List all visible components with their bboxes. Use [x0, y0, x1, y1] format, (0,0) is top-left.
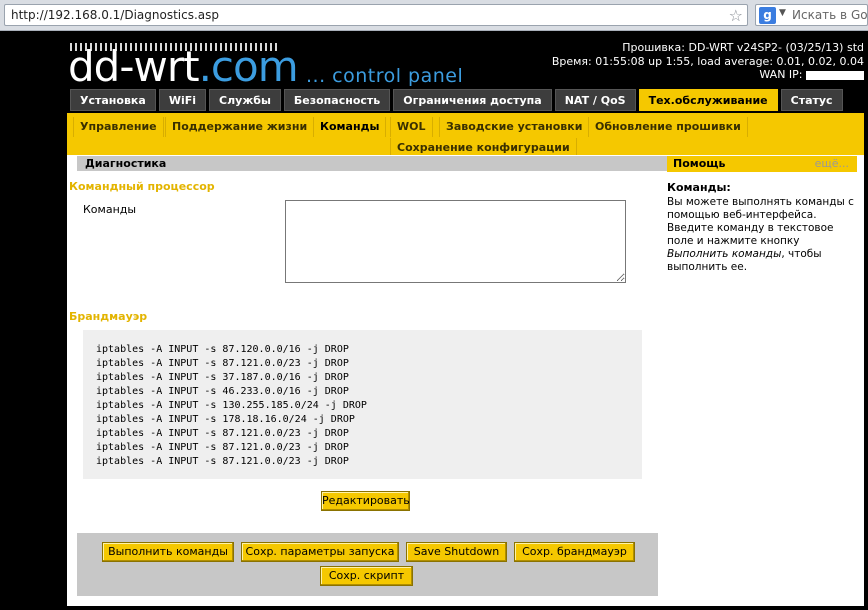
edit-button[interactable]: Редактировать — [321, 491, 410, 511]
address-bar-text[interactable]: http://192.168.0.1/Diagnostics.asp — [11, 8, 219, 22]
section-title: Диагностика — [77, 156, 725, 172]
help-more-link[interactable]: ещё... — [815, 156, 849, 172]
firewall-rule: iptables -A INPUT -s 178.18.16.0/24 -j D… — [96, 414, 355, 425]
subtab-keep-alive[interactable]: Поддержание жизни — [165, 117, 315, 137]
star-icon[interactable]: ☆ — [729, 6, 743, 25]
firewall-rule: iptables -A INPUT -s 87.121.0.0/23 -j DR… — [96, 456, 349, 467]
tab-services[interactable]: Службы — [209, 89, 281, 111]
help-header: Помощь ещё... — [667, 156, 857, 172]
firewall-rule: iptables -A INPUT -s 87.121.0.0/23 -j DR… — [96, 442, 349, 453]
subtab-management[interactable]: Управление — [73, 117, 164, 137]
uptime-info: Время: 01:55:08 up 1:55, load average: 0… — [551, 54, 864, 68]
tab-security[interactable]: Безопасность — [283, 89, 391, 111]
tab-wifi[interactable]: WiFi — [158, 89, 207, 111]
logo-tagline: ... control panel — [306, 65, 464, 87]
commands-textarea[interactable] — [285, 200, 626, 283]
logo-domain: .com — [198, 42, 299, 91]
search-box[interactable]: g ▼ Искать в Goog — [755, 4, 868, 26]
firewall-rule: iptables -A INPUT -s 37.187.0.0/16 -j DR… — [96, 372, 349, 383]
search-input[interactable]: Искать в Goog — [792, 8, 867, 22]
router-info: Прошивка: DD-WRT v24SP2- (03/25/13) std … — [552, 41, 864, 82]
wan-ip: WAN IP: — [552, 68, 864, 82]
command-shell-legend: Командный процессор — [69, 180, 215, 193]
firewall-rule: iptables -A INPUT -s 130.255.185.0/24 -j… — [96, 400, 367, 411]
tab-setup[interactable]: Установка — [70, 89, 156, 111]
tab-status[interactable]: Статус — [780, 89, 843, 111]
save-shutdown-button[interactable]: Save Shutdown — [406, 542, 507, 562]
help-text-italic: Выполнить команды — [667, 248, 782, 260]
save-startup-button[interactable]: Сохр. параметры запуска — [241, 542, 399, 562]
run-commands-button[interactable]: Выполнить команды — [102, 542, 234, 562]
save-firewall-button[interactable]: Сохр. брандмауэр — [514, 542, 635, 562]
subtab-firmware-upgrade[interactable]: Обновление прошивки — [588, 117, 748, 137]
subtab-wol[interactable]: WOL — [390, 117, 433, 137]
help-title-label: Помощь — [673, 157, 726, 170]
logo-text: dd-wrt — [68, 42, 200, 91]
help-topic-title: Команды: — [667, 181, 731, 194]
save-script-button[interactable]: Сохр. скрипт — [320, 566, 413, 586]
chevron-down-icon[interactable]: ▼ — [779, 8, 786, 18]
help-text-part1: Вы можете выполнять команды с помощью ве… — [667, 196, 854, 247]
firewall-rule: iptables -A INPUT -s 46.233.0.0/16 -j DR… — [96, 386, 349, 397]
logo: dd-wrt.com — [68, 42, 299, 91]
main-content: Диагностика Командный процессор Команды … — [67, 155, 864, 606]
firewall-legend: Брандмауэр — [69, 310, 148, 323]
wan-ip-redacted — [806, 70, 864, 80]
tab-administration[interactable]: Тех.обслуживание — [638, 89, 778, 111]
browser-toolbar: http://192.168.0.1/Diagnostics.asp ☆ g ▼… — [0, 0, 868, 31]
subtab-commands[interactable]: Команды — [313, 117, 387, 137]
firewall-rule: iptables -A INPUT -s 87.121.0.0/23 -j DR… — [96, 358, 349, 369]
firmware-version: Прошивка: DD-WRT v24SP2- (03/25/13) std — [622, 41, 864, 54]
firewall-rules-box: iptables -A INPUT -s 87.120.0.0/16 -j DR… — [83, 330, 642, 479]
wan-ip-label: WAN IP: — [759, 68, 803, 81]
subtab-factory-defaults[interactable]: Заводские установки — [439, 117, 590, 137]
firewall-rules: iptables -A INPUT -s 87.120.0.0/16 -j DR… — [96, 343, 367, 469]
sub-tabs: Управление Поддержание жизни Команды WOL… — [67, 113, 864, 158]
firewall-rule: iptables -A INPUT -s 87.121.0.0/23 -j DR… — [96, 428, 349, 439]
firewall-rule: iptables -A INPUT -s 87.120.0.0/16 -j DR… — [96, 344, 349, 355]
main-tabs: Установка WiFi Службы Безопасность Огран… — [70, 89, 843, 111]
commands-label: Команды — [83, 203, 137, 216]
help-text: Вы можете выполнять команды с помощью ве… — [667, 196, 859, 274]
search-engine-icon[interactable]: g — [759, 7, 776, 24]
address-bar[interactable]: http://192.168.0.1/Diagnostics.asp ☆ — [4, 4, 748, 26]
footer-buttons: Выполнить команды Сохр. параметры запуск… — [77, 533, 658, 596]
tab-access-restrictions[interactable]: Ограничения доступа — [393, 89, 552, 111]
tab-nat-qos[interactable]: NAT / QoS — [554, 89, 636, 111]
